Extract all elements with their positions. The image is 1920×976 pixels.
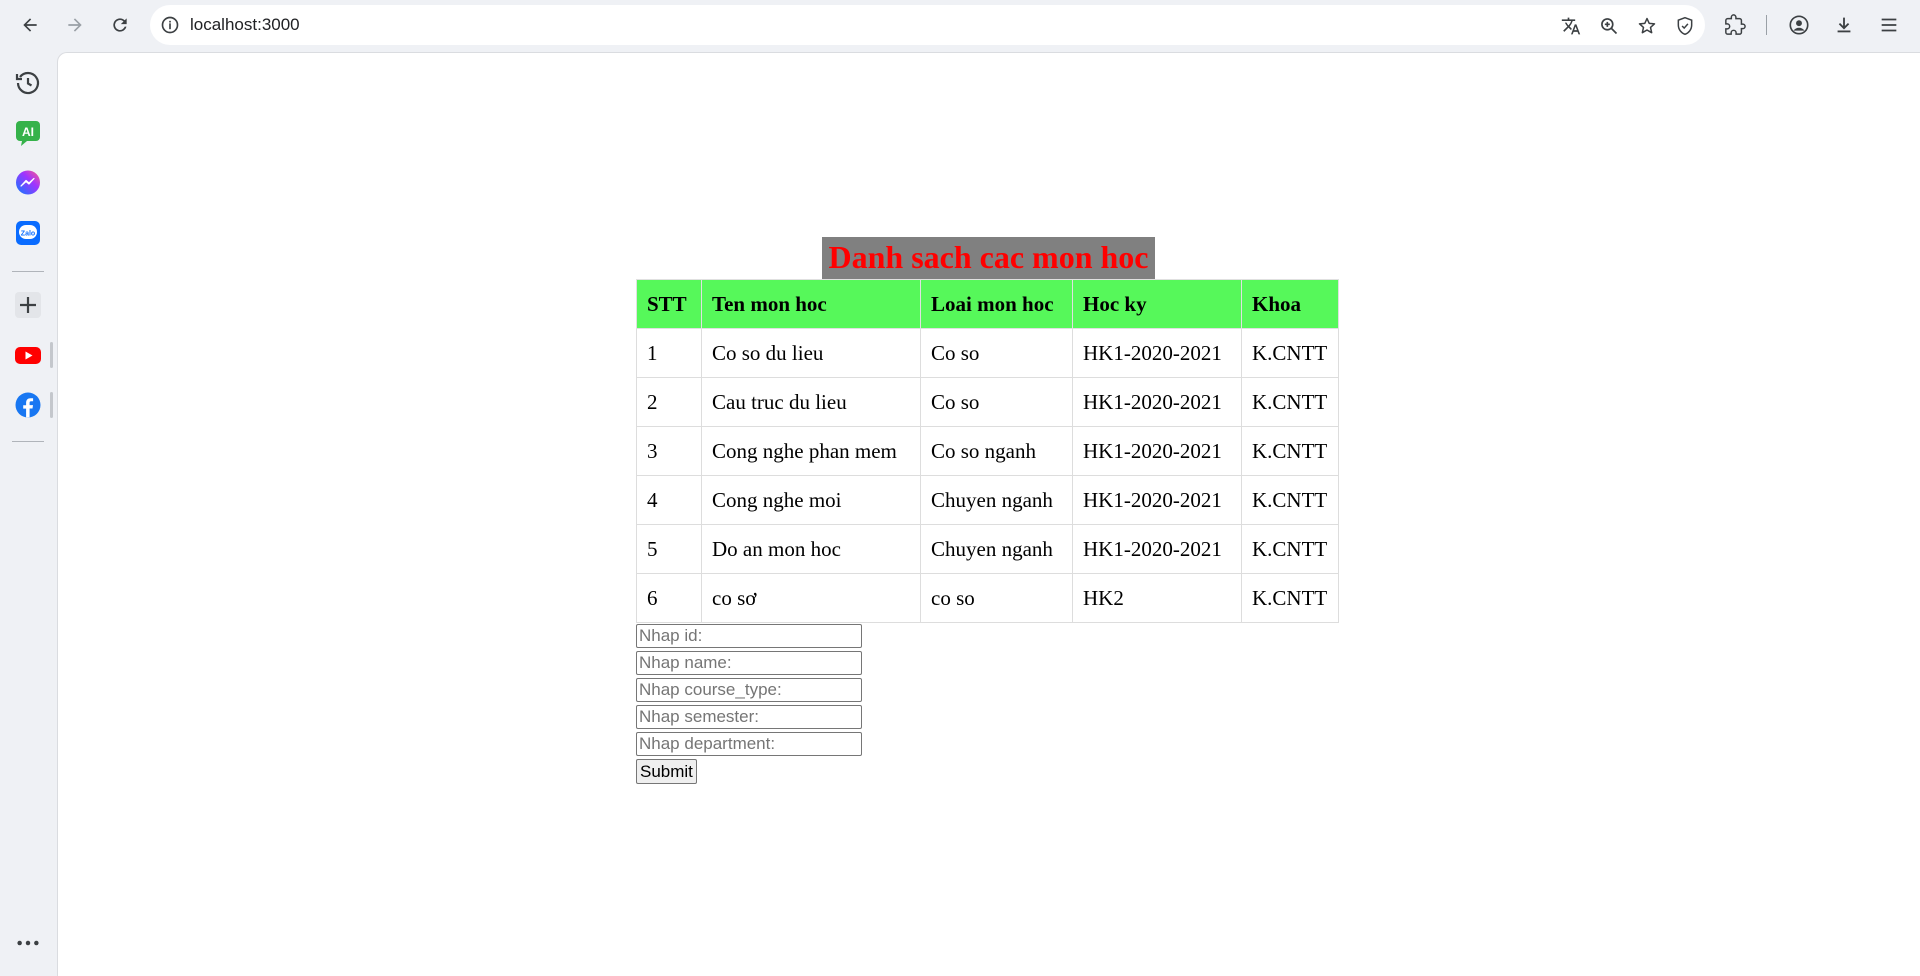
cell-name: Cong nghe moi — [701, 475, 921, 525]
cell-type: co so — [920, 573, 1073, 623]
youtube-icon[interactable] — [14, 341, 42, 369]
table-row: 5 Do an mon hoc Chuyen nganh HK1-2020-20… — [636, 524, 1339, 574]
svg-text:AI: AI — [22, 125, 34, 139]
add-icon[interactable] — [14, 291, 42, 319]
shield-icon[interactable] — [1674, 15, 1696, 37]
cell-department: K.CNTT — [1241, 573, 1339, 623]
downloads-icon[interactable] — [1832, 13, 1856, 37]
table-row: 6 co sơ co so HK2 K.CNTT — [636, 573, 1339, 623]
messenger-icon[interactable] — [14, 169, 42, 197]
column-header-semester: Hoc ky — [1072, 279, 1242, 329]
cell-stt: 4 — [636, 475, 702, 525]
cell-semester: HK2 — [1072, 573, 1242, 623]
id-input[interactable] — [636, 624, 862, 648]
page-title: Danh sach cac mon hoc — [822, 237, 1155, 279]
cell-semester: HK1-2020-2021 — [1072, 377, 1242, 427]
cell-type: Co so — [920, 377, 1073, 427]
profile-icon[interactable] — [1787, 13, 1811, 37]
cell-name: co sơ — [701, 573, 921, 623]
cell-stt: 2 — [636, 377, 702, 427]
course-type-input[interactable] — [636, 678, 862, 702]
bookmark-star-icon[interactable] — [1636, 15, 1658, 37]
reload-button[interactable] — [106, 11, 134, 39]
cell-semester: HK1-2020-2021 — [1072, 426, 1242, 476]
browser-toolbar: localhost:3000 — [0, 0, 1920, 49]
cell-department: K.CNTT — [1241, 475, 1339, 525]
column-header-name: Ten mon hoc — [701, 279, 921, 329]
submit-button[interactable]: Submit — [636, 759, 697, 784]
column-header-department: Khoa — [1241, 279, 1339, 329]
menu-icon[interactable] — [1877, 13, 1901, 37]
active-indicator — [50, 342, 53, 368]
table-row: 4 Cong nghe moi Chuyen nganh HK1-2020-20… — [636, 475, 1339, 525]
cell-department: K.CNTT — [1241, 328, 1339, 378]
cell-name: Do an mon hoc — [701, 524, 921, 574]
side-separator — [12, 441, 44, 442]
side-separator — [12, 271, 44, 272]
cell-department: K.CNTT — [1241, 524, 1339, 574]
back-button[interactable] — [16, 11, 44, 39]
cell-type: Chuyen nganh — [920, 475, 1073, 525]
side-panel: AI Zalo — [0, 49, 56, 975]
history-icon[interactable] — [14, 69, 42, 97]
table-row: 3 Cong nghe phan mem Co so nganh HK1-202… — [636, 426, 1339, 476]
table-row: 2 Cau truc du lieu Co so HK1-2020-2021 K… — [636, 377, 1339, 427]
translate-icon[interactable] — [1560, 15, 1582, 37]
cell-name: Co so du lieu — [701, 328, 921, 378]
site-info-icon[interactable] — [160, 15, 180, 35]
cell-type: Co so — [920, 328, 1073, 378]
cell-stt: 5 — [636, 524, 702, 574]
back-icon — [23, 18, 37, 32]
cell-stt: 1 — [636, 328, 702, 378]
column-header-stt: STT — [636, 279, 702, 329]
cell-type: Chuyen nganh — [920, 524, 1073, 574]
courses-table: STT Ten mon hoc Loai mon hoc Hoc ky Khoa… — [636, 279, 1339, 623]
cell-semester: HK1-2020-2021 — [1072, 328, 1242, 378]
forward-icon — [68, 18, 82, 32]
cell-stt: 3 — [636, 426, 702, 476]
title-wrapper: Danh sach cac mon hoc — [636, 237, 1341, 279]
url-text: localhost:3000 — [190, 15, 300, 34]
table-header-row: STT Ten mon hoc Loai mon hoc Hoc ky Khoa — [636, 279, 1339, 329]
department-input[interactable] — [636, 732, 862, 756]
toolbar-separator — [1766, 15, 1767, 35]
cell-department: K.CNTT — [1241, 426, 1339, 476]
forward-button[interactable] — [61, 11, 89, 39]
reload-icon — [113, 18, 127, 32]
zalo-icon[interactable]: Zalo — [14, 219, 42, 247]
active-indicator — [50, 392, 53, 418]
semester-input[interactable] — [636, 705, 862, 729]
address-bar[interactable]: localhost:3000 — [150, 5, 1705, 45]
course-page: Danh sach cac mon hoc STT Ten mon hoc Lo… — [636, 237, 1341, 784]
page-viewport: Danh sach cac mon hoc STT Ten mon hoc Lo… — [57, 52, 1920, 976]
name-input[interactable] — [636, 651, 862, 675]
add-course-form: Submit — [636, 624, 1341, 784]
cell-name: Cong nghe phan mem — [701, 426, 921, 476]
cell-semester: HK1-2020-2021 — [1072, 524, 1242, 574]
ai-chat-icon[interactable]: AI — [14, 119, 42, 147]
zoom-icon[interactable] — [1598, 15, 1620, 37]
cell-semester: HK1-2020-2021 — [1072, 475, 1242, 525]
svg-text:Zalo: Zalo — [21, 231, 35, 238]
cell-stt: 6 — [636, 573, 702, 623]
more-icon[interactable] — [14, 935, 42, 951]
extensions-icon[interactable] — [1723, 13, 1747, 37]
column-header-type: Loai mon hoc — [920, 279, 1073, 329]
cell-type: Co so nganh — [920, 426, 1073, 476]
facebook-icon[interactable] — [14, 391, 42, 419]
table-row: 1 Co so du lieu Co so HK1-2020-2021 K.CN… — [636, 328, 1339, 378]
cell-name: Cau truc du lieu — [701, 377, 921, 427]
cell-department: K.CNTT — [1241, 377, 1339, 427]
